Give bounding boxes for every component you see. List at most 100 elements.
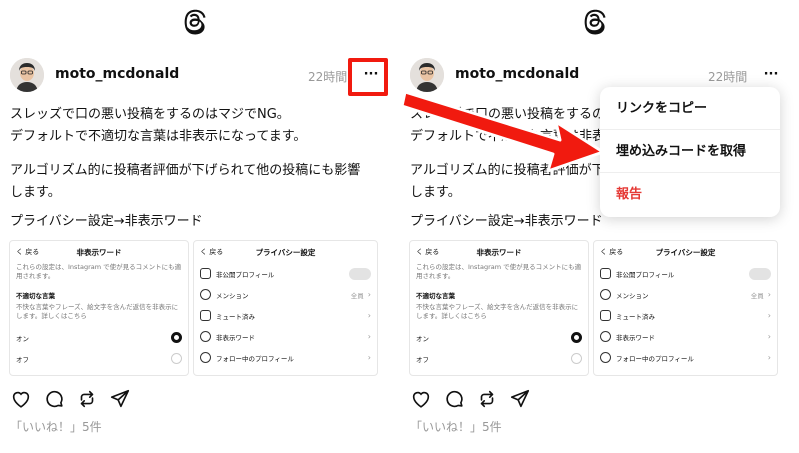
avatar[interactable] — [410, 58, 444, 92]
back-link: く 戻る — [416, 248, 440, 256]
screenshot-header: く 戻る 非表示ワード — [410, 241, 588, 263]
lock-icon — [200, 268, 211, 279]
username[interactable]: moto_mcdonald — [455, 66, 579, 82]
privacy-row: メンション 全員 › — [594, 284, 777, 305]
repost-icon[interactable] — [76, 388, 98, 410]
back-link: く 戻る — [200, 248, 224, 256]
option-label-off: オフ — [16, 355, 29, 364]
attached-image-hidden-words[interactable]: く 戻る 非表示ワード これらの設定は、Instagram で使が見るコメントに… — [409, 240, 589, 376]
privacy-row: フォロー中のプロフィール › — [194, 347, 377, 368]
chevron-right-icon: › — [767, 353, 771, 362]
username[interactable]: moto_mcdonald — [55, 66, 179, 82]
attached-image-hidden-words[interactable]: く 戻る 非表示ワード これらの設定は、Instagram で使が見るコメントに… — [9, 240, 189, 376]
mute-icon — [200, 310, 211, 321]
post-options-menu: リンクをコピー 埋め込みコードを取得 報告 — [600, 87, 780, 217]
privacy-row-label: フォロー中のプロフィール — [616, 354, 694, 363]
privacy-row-label: ミュート済み — [616, 312, 655, 321]
chevron-right-icon: › — [367, 311, 371, 320]
option-label-on: オン — [416, 334, 429, 343]
chevron-right-icon: › — [767, 311, 771, 320]
eye-off-icon — [600, 331, 611, 342]
likes-count[interactable]: 「いいね！」5件 — [410, 418, 502, 435]
post-text-paragraph-1: スレッズで口の悪い投稿をするのはマジでNG。 デフォルトで不適切な言葉は非表示に… — [10, 107, 307, 144]
privacy-row: 非表示ワード › — [194, 326, 377, 347]
people-icon — [200, 352, 211, 363]
privacy-row: ミュート済み › — [594, 305, 777, 326]
post-timestamp: 22時間 — [708, 70, 748, 84]
more-button-highlight-box — [348, 58, 388, 96]
privacy-row-label: フォロー中のプロフィール — [216, 354, 294, 363]
toggle-icon — [349, 267, 371, 280]
threads-logo-icon[interactable] — [181, 7, 207, 35]
screenshot-title: 非表示ワード — [76, 247, 122, 257]
more-options-button[interactable]: ··· — [762, 68, 780, 82]
repost-icon[interactable] — [476, 388, 498, 410]
menu-item-copy-link[interactable]: リンクをコピー — [600, 87, 780, 130]
people-icon — [600, 352, 611, 363]
at-sign-icon — [600, 289, 611, 300]
privacy-row: 非表示ワード › — [594, 326, 777, 347]
avatar[interactable] — [10, 58, 44, 92]
share-icon[interactable] — [109, 388, 131, 410]
privacy-row-label: 非公開プロフィール — [216, 270, 275, 279]
post-text-paragraph-2: アルゴリズム的に投稿者評価が下げられて他の投稿にも影響 します。 — [10, 163, 361, 200]
screenshot-title: プライバシー設定 — [655, 247, 716, 257]
screenshot-title: プライバシー設定 — [255, 247, 316, 257]
mute-icon — [600, 310, 611, 321]
attached-image-privacy-settings[interactable]: く 戻る プライバシー設定 非公開プロフィール メンション 全員 › ミュート済み ›… — [193, 240, 378, 376]
threads-logo-icon[interactable] — [581, 7, 607, 35]
share-icon[interactable] — [509, 388, 531, 410]
privacy-row-value: 全員 — [350, 291, 364, 300]
back-link: く 戻る — [600, 248, 624, 256]
privacy-row: 非公開プロフィール — [594, 263, 777, 284]
radio-selected-icon — [171, 332, 182, 343]
post-actions — [10, 388, 131, 410]
post-timestamp: 22時間 — [308, 70, 348, 84]
chevron-right-icon: › — [367, 290, 371, 299]
chevron-right-icon: › — [367, 353, 371, 362]
threads-post-panel-left: moto_mcdonald 22時間 ··· スレッズで口の悪い投稿をするのはマ… — [0, 0, 388, 453]
comment-icon[interactable] — [43, 388, 65, 410]
likes-count[interactable]: 「いいね！」5件 — [10, 418, 102, 435]
screenshot-title: 非表示ワード — [476, 247, 522, 257]
privacy-row-label: 非公開プロフィール — [616, 270, 675, 279]
section-description: 不快な言葉やフレーズ、絵文字を含んだ返信を非表示にします。詳しくはこちら — [16, 303, 179, 320]
radio-unselected-icon — [571, 353, 582, 364]
privacy-row-value: 全員 — [750, 291, 764, 300]
eye-off-icon — [200, 331, 211, 342]
heart-icon[interactable] — [10, 388, 32, 410]
settings-description: これらの設定は、Instagram で使が見るコメントにも適用されます。 — [416, 263, 582, 280]
section-description: 不快な言葉やフレーズ、絵文字を含んだ返信を非表示にします。詳しくはこちら — [416, 303, 579, 320]
screenshot-header: く 戻る プライバシー設定 — [594, 241, 777, 263]
avatar-portrait-icon — [410, 58, 444, 92]
privacy-row-label: 非表示ワード — [616, 333, 655, 342]
menu-item-report[interactable]: 報告 — [600, 173, 780, 216]
chevron-right-icon: › — [767, 332, 771, 341]
option-row-on: オン — [10, 327, 188, 348]
radio-selected-icon — [571, 332, 582, 343]
privacy-row-label: ミュート済み — [216, 312, 255, 321]
toggle-icon — [749, 267, 771, 280]
chevron-right-icon: › — [767, 290, 771, 299]
option-label-on: オン — [16, 334, 29, 343]
heart-icon[interactable] — [410, 388, 432, 410]
comparison-screenshot: moto_mcdonald 22時間 ··· スレッズで口の悪い投稿をするのはマ… — [0, 0, 799, 453]
privacy-row: 非公開プロフィール — [194, 263, 377, 284]
post-text-paragraph-3: プライバシー設定→非表示ワード — [10, 214, 203, 229]
privacy-row: フォロー中のプロフィール › — [594, 347, 777, 368]
attached-image-privacy-settings[interactable]: く 戻る プライバシー設定 非公開プロフィール メンション 全員 › ミュート済み ›… — [593, 240, 778, 376]
section-heading: 不適切な言葉 — [416, 292, 455, 300]
avatar-portrait-icon — [10, 58, 44, 92]
lock-icon — [600, 268, 611, 279]
menu-item-get-embed-code[interactable]: 埋め込みコードを取得 — [600, 130, 780, 173]
threads-post-panel-right: moto_mcdonald 22時間 ··· スレッズで口の悪い投稿をするのはマ… — [400, 0, 782, 453]
privacy-row: ミュート済み › — [194, 305, 377, 326]
screenshot-header: く 戻る 非表示ワード — [10, 241, 188, 263]
option-row-on: オン — [410, 327, 588, 348]
privacy-row-label: メンション — [216, 291, 249, 300]
comment-icon[interactable] — [443, 388, 465, 410]
screenshot-header: く 戻る プライバシー設定 — [194, 241, 377, 263]
section-heading: 不適切な言葉 — [16, 292, 55, 300]
privacy-row: メンション 全員 › — [194, 284, 377, 305]
option-row-off: オフ — [10, 348, 188, 369]
